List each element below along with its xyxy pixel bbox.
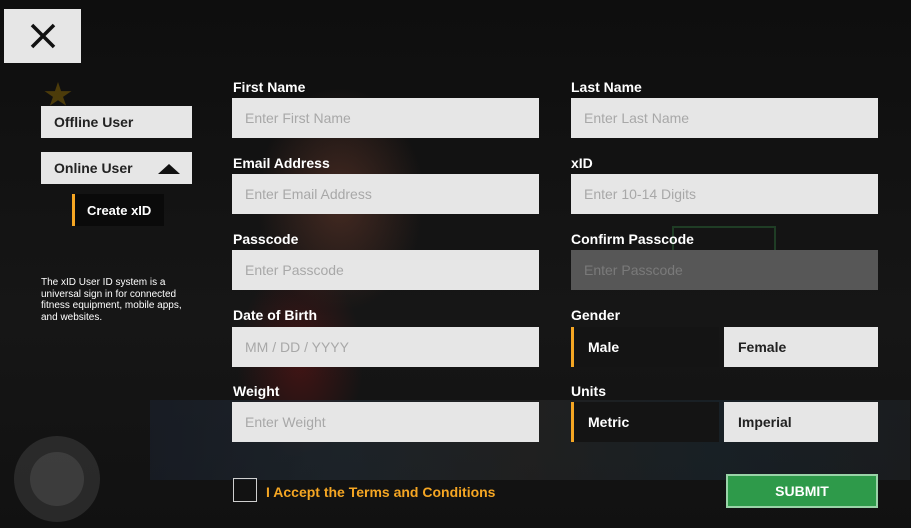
xid-label: xID	[571, 155, 593, 171]
units-imperial-label: Imperial	[738, 414, 792, 430]
dob-field[interactable]	[232, 327, 539, 367]
gender-label: Gender	[571, 307, 621, 323]
submit-button[interactable]: SUBMIT	[726, 474, 878, 508]
offline-user-button[interactable]: Offline User	[41, 106, 192, 138]
terms-checkbox[interactable]	[233, 478, 257, 502]
create-xid-label: Create xID	[87, 202, 152, 218]
units-imperial-option[interactable]: Imperial	[724, 402, 878, 442]
gender-female-label: Female	[738, 339, 787, 355]
submit-label: SUBMIT	[775, 483, 829, 499]
passcode-label: Passcode	[233, 231, 299, 247]
terms-label[interactable]: I Accept the Terms and Conditions	[266, 484, 495, 500]
xid-info-text: The xID User ID system is a universal si…	[41, 277, 182, 323]
email-field[interactable]	[232, 174, 539, 214]
first-name-field[interactable]	[232, 98, 539, 138]
confirm-passcode-label: Confirm Passcode	[571, 231, 694, 247]
caret-up-icon	[158, 164, 180, 174]
close-icon	[30, 23, 55, 49]
last-name-label: Last Name	[571, 79, 642, 95]
units-metric-label: Metric	[588, 414, 630, 430]
online-user-label: Online User	[54, 160, 133, 176]
create-xid-item[interactable]: Create xID	[72, 194, 164, 226]
close-button[interactable]	[4, 9, 81, 63]
runner-icon	[30, 452, 84, 506]
xid-field[interactable]	[571, 174, 878, 214]
offline-user-label: Offline User	[54, 114, 134, 130]
email-label: Email Address	[233, 155, 330, 171]
last-name-field[interactable]	[571, 98, 878, 138]
dob-label: Date of Birth	[233, 307, 317, 323]
online-user-button[interactable]: Online User	[41, 152, 192, 184]
units-metric-option[interactable]: Metric	[571, 402, 719, 442]
first-name-label: First Name	[233, 79, 306, 95]
gender-female-option[interactable]: Female	[724, 327, 878, 367]
weight-field[interactable]	[232, 402, 539, 442]
passcode-field[interactable]	[232, 250, 539, 290]
gender-male-label: Male	[588, 339, 620, 355]
gender-male-option[interactable]: Male	[571, 327, 719, 367]
weight-label: Weight	[233, 383, 280, 399]
confirm-passcode-field[interactable]	[571, 250, 878, 290]
units-label: Units	[571, 383, 606, 399]
